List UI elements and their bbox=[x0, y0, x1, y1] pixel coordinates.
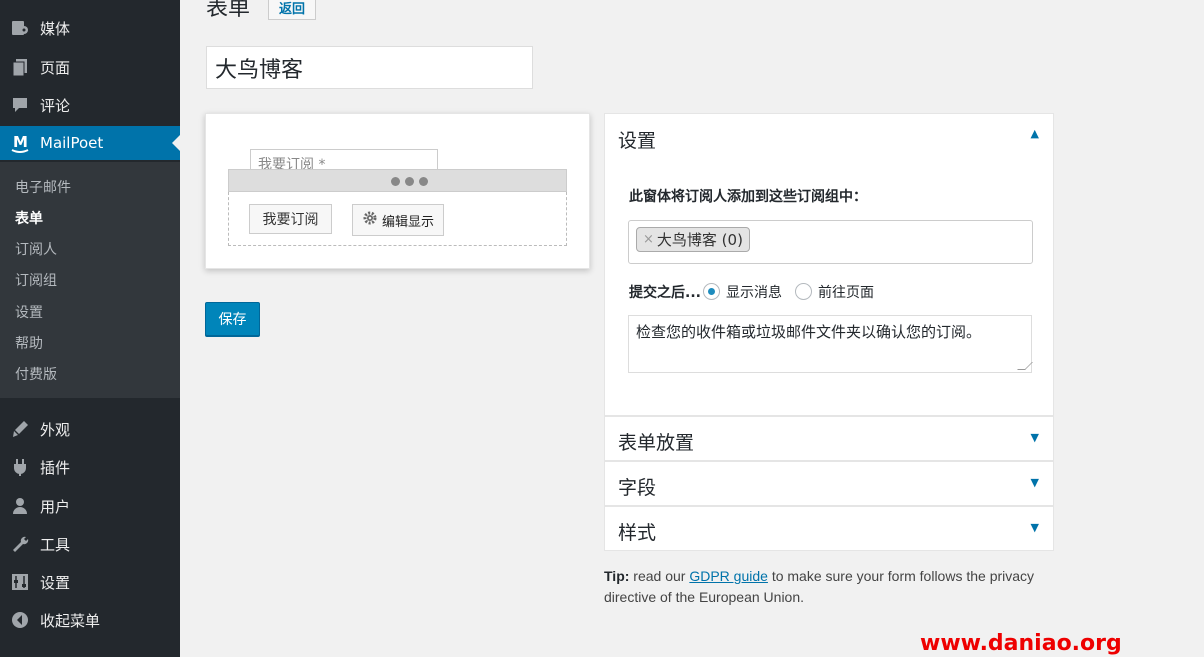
styles-panel[interactable]: 样式 ▼ bbox=[604, 506, 1054, 551]
caret-down-icon[interactable]: ▼ bbox=[1031, 431, 1039, 444]
gear-icon bbox=[362, 210, 378, 230]
menu-label-tools: 工具 bbox=[40, 535, 71, 554]
tools-icon bbox=[0, 534, 40, 554]
menu-label-users: 用户 bbox=[40, 497, 71, 516]
menu-label-settings: 设置 bbox=[40, 573, 71, 592]
resize-handle-icon[interactable] bbox=[1017, 362, 1033, 370]
svg-text:M: M bbox=[13, 133, 28, 151]
tip-prefix: Tip: bbox=[604, 568, 630, 584]
preview-subscribe-button[interactable]: 我要订阅 bbox=[249, 204, 332, 234]
submenu-premium[interactable]: 付费版 bbox=[15, 364, 57, 384]
menu-label-mailpoet: MailPoet bbox=[40, 134, 104, 152]
menu-item-media[interactable]: 媒体 bbox=[0, 11, 180, 45]
edit-display-label: 编辑显示 bbox=[381, 214, 434, 230]
remove-chip-icon[interactable]: × bbox=[643, 232, 654, 247]
submenu-settings[interactable]: 设置 bbox=[15, 302, 43, 322]
menu-item-tools[interactable]: 工具 bbox=[0, 527, 180, 561]
back-button[interactable]: 返回 bbox=[268, 0, 317, 20]
menu-label-appearance: 外观 bbox=[40, 420, 71, 439]
submenu-forms[interactable]: 表单 bbox=[15, 208, 43, 228]
tip-text-1: read our bbox=[629, 568, 690, 584]
gdpr-guide-link[interactable]: GDPR guide bbox=[689, 568, 768, 584]
menu-item-appearance[interactable]: 外观 bbox=[0, 412, 180, 446]
settings-panel-title[interactable]: 设置 bbox=[618, 126, 656, 153]
radio-show-message[interactable] bbox=[703, 283, 720, 300]
comments-icon bbox=[0, 95, 40, 115]
list-chip-label: 大鸟博客 (0) bbox=[656, 231, 743, 249]
submenu-emails[interactable]: 电子邮件 bbox=[15, 177, 71, 197]
radio-go-page-label: 前往页面 bbox=[818, 285, 874, 301]
menu-item-collapse[interactable]: 收起菜单 bbox=[0, 603, 180, 637]
placement-panel-title: 表单放置 bbox=[618, 432, 695, 454]
radio-go-page[interactable] bbox=[795, 283, 812, 300]
drag-handle-dot bbox=[405, 177, 414, 186]
fields-panel[interactable]: 字段 ▼ bbox=[604, 461, 1054, 506]
success-message-textarea[interactable]: 检查您的收件箱或垃圾邮件文件夹以确认您的订阅。 bbox=[628, 315, 1033, 373]
menu-label-media: 媒体 bbox=[40, 19, 71, 38]
settings-panel: 设置 ▲ 此窗体将订阅人添加到这些订阅组中： × 大鸟博客 (0) 提交之后..… bbox=[604, 113, 1054, 416]
menu-label-pages: 页面 bbox=[40, 58, 71, 77]
mailpoet-submenu: 电子邮件 表单 订阅人 订阅组 设置 帮助 付费版 bbox=[0, 162, 180, 398]
edit-display-button[interactable]: 编辑显示 bbox=[352, 204, 444, 236]
list-select[interactable]: × 大鸟博客 (0) bbox=[628, 220, 1033, 264]
page-title: 表单 bbox=[206, 0, 251, 21]
menu-item-comments[interactable]: 评论 bbox=[0, 88, 180, 122]
submenu-help[interactable]: 帮助 bbox=[15, 333, 43, 353]
menu-label-plugins: 插件 bbox=[40, 458, 71, 477]
fields-panel-title: 字段 bbox=[618, 477, 657, 499]
appearance-icon bbox=[0, 419, 40, 439]
caret-down-icon[interactable]: ▼ bbox=[1031, 521, 1039, 534]
success-message-text: 检查您的收件箱或垃圾邮件文件夹以确认您的订阅。 bbox=[636, 323, 982, 341]
drag-handle-dot bbox=[391, 177, 400, 186]
block-body: 我要订阅 编辑显示 bbox=[228, 192, 567, 246]
pages-icon bbox=[0, 57, 40, 77]
list-chip: × 大鸟博客 (0) bbox=[636, 227, 750, 252]
form-preview: 我要订阅 * 我要订阅 编辑显示 bbox=[205, 113, 590, 269]
caret-down-icon[interactable]: ▼ bbox=[1031, 476, 1039, 489]
submenu-subscribers[interactable]: 订阅人 bbox=[15, 239, 57, 259]
menu-item-mailpoet[interactable]: M MailPoet bbox=[0, 126, 180, 160]
list-label: 此窗体将订阅人添加到这些订阅组中： bbox=[629, 189, 867, 205]
media-icon bbox=[0, 18, 40, 38]
settings-icon bbox=[0, 572, 40, 592]
form-name-input[interactable]: 大鸟博客 bbox=[206, 46, 533, 89]
watermark: www.daniao.org bbox=[920, 631, 1122, 656]
gdpr-tip: Tip: read our GDPR guide to make sure yo… bbox=[604, 566, 1064, 608]
block-toolbar[interactable] bbox=[228, 169, 567, 192]
placement-panel[interactable]: 表单放置 ▼ bbox=[604, 416, 1054, 461]
admin-sidebar: 媒体 页面 评论 M MailPoet 电子邮件 表单 订阅人 订阅组 设置 帮… bbox=[0, 0, 180, 657]
submenu-lists[interactable]: 订阅组 bbox=[15, 270, 57, 290]
drag-handle-dot bbox=[419, 177, 428, 186]
caret-up-icon[interactable]: ▲ bbox=[1031, 127, 1039, 140]
styles-panel-title: 样式 bbox=[618, 522, 657, 544]
preview-email-input[interactable]: 我要订阅 * bbox=[250, 149, 438, 171]
mailpoet-icon: M bbox=[0, 132, 40, 154]
after-submit-label: 提交之后... bbox=[629, 285, 701, 301]
plugins-icon bbox=[0, 457, 40, 477]
menu-item-users[interactable]: 用户 bbox=[0, 489, 180, 523]
menu-item-plugins[interactable]: 插件 bbox=[0, 450, 180, 484]
collapse-icon bbox=[0, 610, 40, 630]
save-button[interactable]: 保存 bbox=[205, 302, 260, 336]
users-icon bbox=[0, 496, 40, 516]
menu-label-comments: 评论 bbox=[40, 96, 71, 115]
menu-item-pages[interactable]: 页面 bbox=[0, 50, 180, 84]
menu-item-settings[interactable]: 设置 bbox=[0, 565, 180, 599]
radio-show-message-label: 显示消息 bbox=[726, 285, 782, 301]
menu-label-collapse: 收起菜单 bbox=[40, 611, 101, 630]
